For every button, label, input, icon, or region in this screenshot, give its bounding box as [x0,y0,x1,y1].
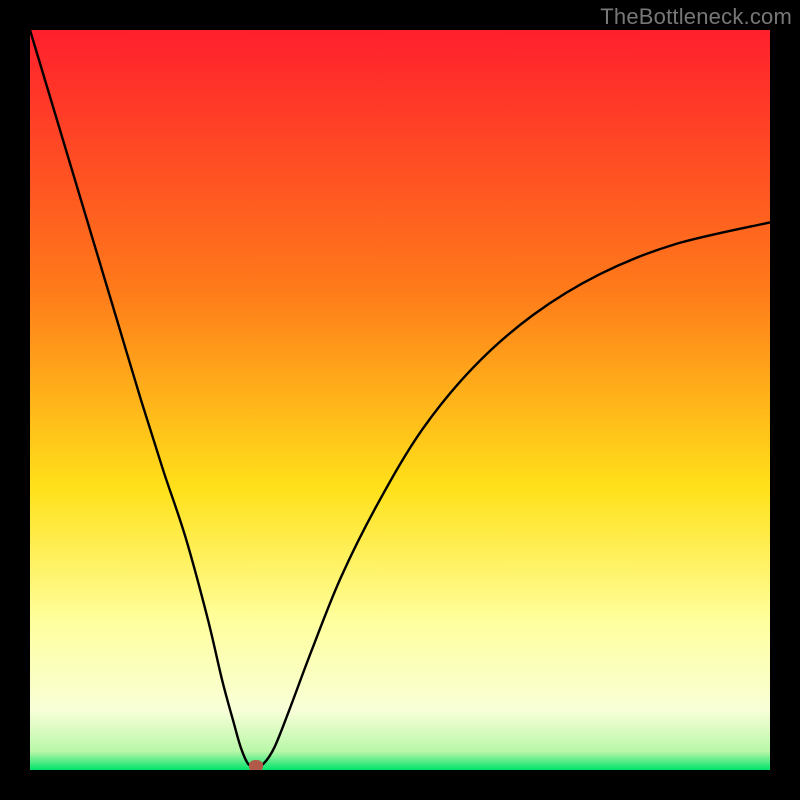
chart-stage: TheBottleneck.com [0,0,800,800]
watermark-text: TheBottleneck.com [600,4,792,30]
optimum-marker [249,760,263,770]
curve-layer [30,30,770,770]
plot-inner [30,30,770,770]
bottleneck-curve [30,30,770,766]
plot-area [30,30,770,770]
